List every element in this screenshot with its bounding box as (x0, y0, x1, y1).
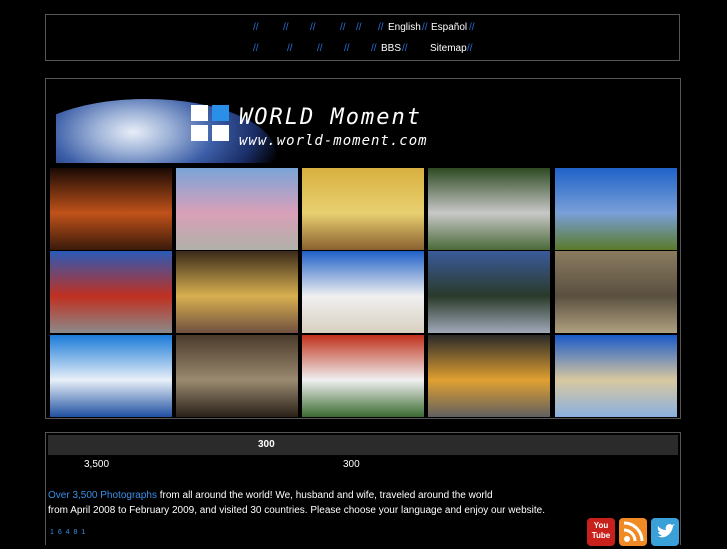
site-banner[interactable]: WORLD Moment www.world-moment.com (56, 95, 486, 163)
logo-square (191, 105, 208, 121)
photo-thumbnail[interactable]: yellow-street (176, 251, 298, 333)
nav-separator: // (378, 22, 384, 33)
info-panel: 300 3,500 300 Over 3,500 Photographs fro… (45, 432, 681, 545)
top-navigation: // // // // // // English // Español // … (45, 14, 680, 61)
nav-separator: // (467, 43, 473, 54)
language-espanol-link[interactable]: Español (431, 21, 467, 35)
nav-row-language: // // // // // // English // Español // (46, 21, 679, 35)
nav-separator: // (253, 22, 259, 33)
photo-thumbnail[interactable]: blue-door (50, 335, 172, 417)
logo-square (212, 125, 229, 141)
rss-glyph (623, 521, 644, 542)
twitter-glyph (657, 524, 675, 538)
logo-square (191, 125, 208, 141)
photo-thumbnail[interactable]: street-kids (176, 335, 298, 417)
nav-separator: // (371, 43, 377, 54)
rss-icon[interactable] (619, 518, 647, 546)
photo-thumbnail[interactable]: desert-flags (555, 335, 677, 417)
nav-separator: // (344, 43, 350, 54)
sitemap-link[interactable]: Sitemap (430, 42, 467, 56)
nav-separator: // (422, 22, 428, 33)
info-header-number: 300 (258, 439, 275, 450)
logo-square (212, 105, 229, 121)
brand-title: WORLD Moment (239, 105, 422, 130)
language-english-link[interactable]: English (388, 21, 421, 35)
nav-separator: // (469, 22, 475, 33)
photos-highlight-link[interactable]: Over 3,500 Photographs (48, 490, 157, 501)
visit-counter: 1 6 4 8 1 (50, 529, 87, 536)
photo-thumbnail[interactable]: colonial-church (176, 168, 298, 250)
nav-separator: // (356, 22, 362, 33)
bbs-link[interactable]: BBS (381, 42, 401, 56)
nav-separator: // (317, 43, 323, 54)
nav-row-sections: // // // // // BBS // Sitemap // (46, 42, 679, 56)
description-line1: from all around the world! We, husband a… (156, 490, 493, 501)
nav-separator: // (283, 22, 289, 33)
youtube-icon[interactable]: You Tube (587, 518, 615, 546)
photo-thumbnail[interactable]: children-group (428, 335, 550, 417)
nav-separator: // (253, 43, 259, 54)
photo-thumbnail[interactable]: coast-hill (555, 168, 677, 250)
photo-thumbnail[interactable]: red-temple (302, 335, 424, 417)
description-line2: from April 2008 to February 2009, and vi… (48, 505, 545, 516)
brand-url: www.world-moment.com (239, 133, 428, 149)
info-header: 300 (48, 435, 678, 455)
nav-separator: // (287, 43, 293, 54)
day-count: 300 (343, 459, 360, 470)
youtube-label: You Tube (591, 521, 611, 540)
hero-panel: WORLD Moment www.world-moment.com ceremo… (45, 78, 681, 419)
site-description: Over 3,500 Photographs from all around t… (48, 488, 568, 518)
nav-separator: // (310, 22, 316, 33)
twitter-icon[interactable] (651, 518, 679, 546)
logo-icon (191, 105, 231, 143)
photo-thumbnail[interactable]: waterfall-rainbow (428, 168, 550, 250)
nav-separator: // (402, 43, 408, 54)
photo-thumbnail[interactable]: stone-faces (555, 251, 677, 333)
photo-thumbnail[interactable]: pyramid-group (302, 168, 424, 250)
photo-thumbnail[interactable]: ceremony-fire (50, 168, 172, 250)
photo-thumbnail[interactable]: hilltop-view (428, 251, 550, 333)
nav-separator: // (340, 22, 346, 33)
photo-count: 3,500 (84, 459, 110, 470)
photo-thumbnail[interactable]: red-facade (50, 251, 172, 333)
photo-thumbnail[interactable]: beach-clouds (302, 251, 424, 333)
